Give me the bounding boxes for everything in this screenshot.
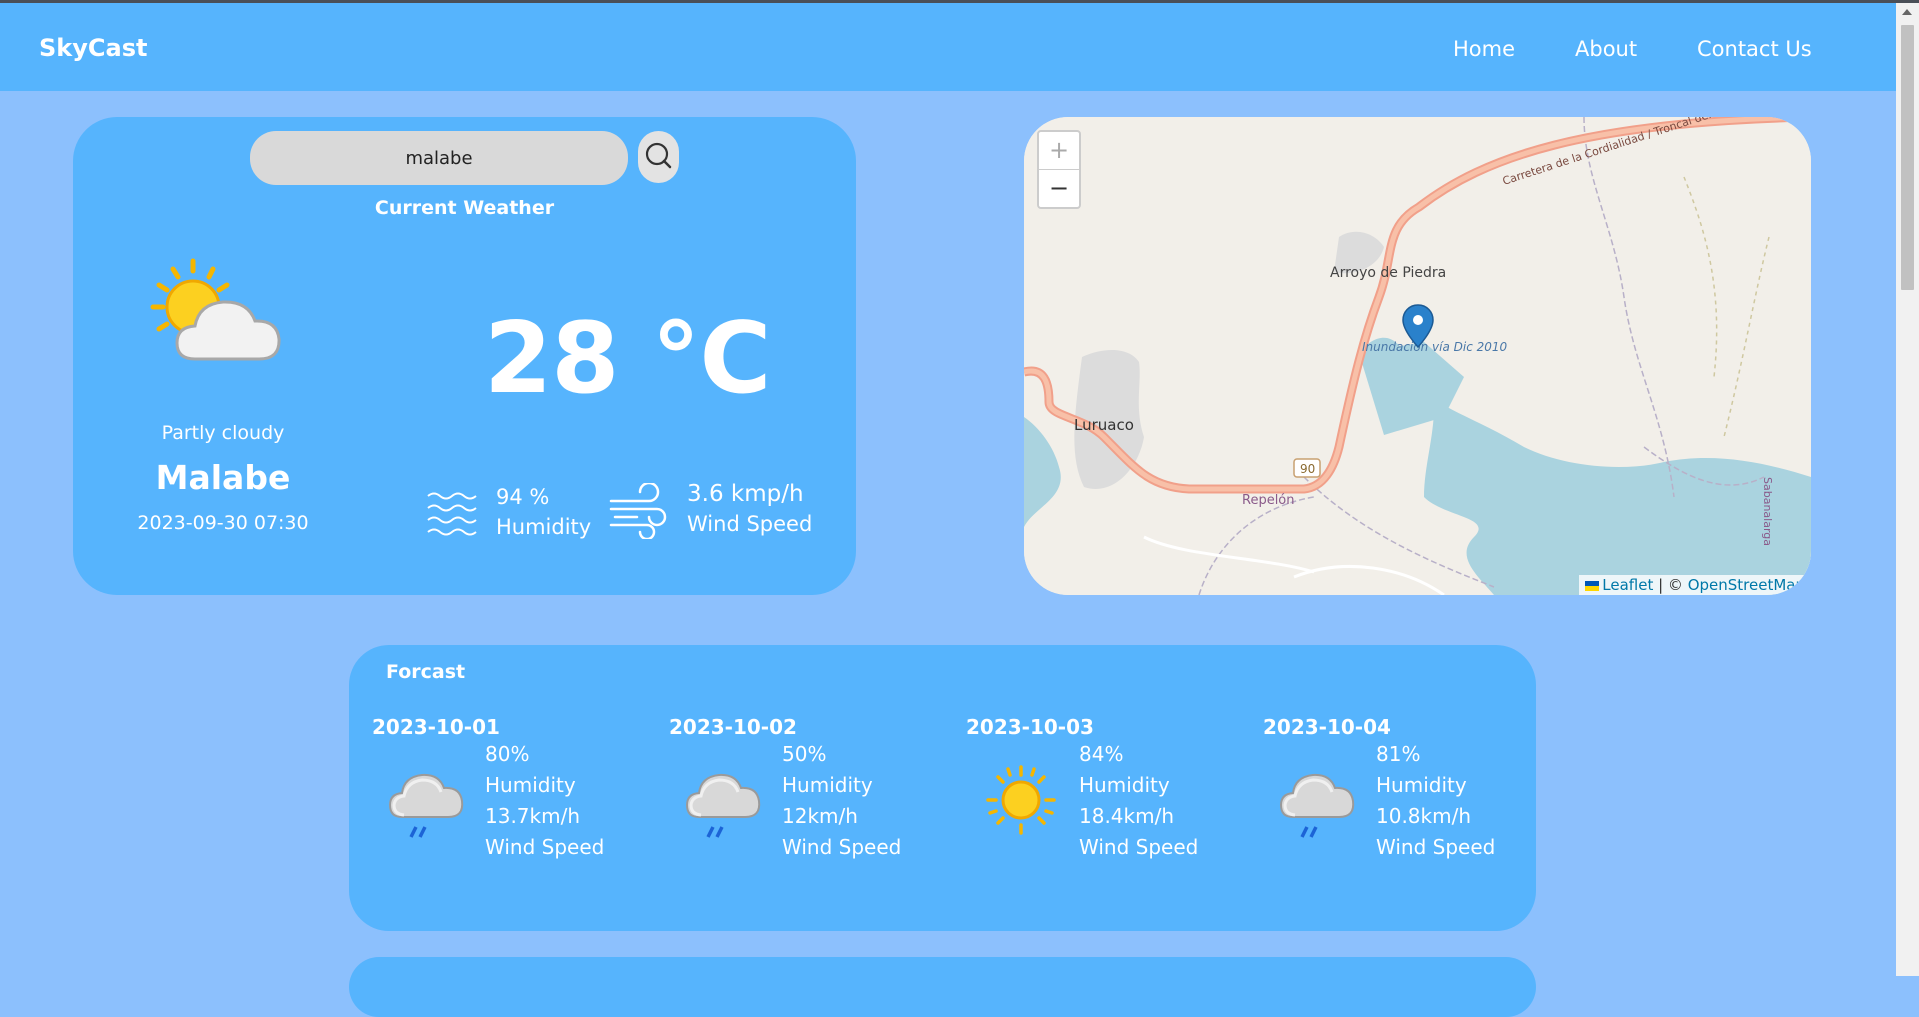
forecast-humidity-label: Humidity xyxy=(782,773,873,797)
forecast-day: 2023-10-01 80% Humidity 13.7km/h Wind Sp… xyxy=(372,715,652,875)
forecast-humidity: 50% xyxy=(782,742,827,766)
forecast-wind: 10.8km/h xyxy=(1376,804,1472,828)
wind-label: Wind Speed xyxy=(687,512,813,536)
forecast-day: 2023-10-03 84% Humidity 18.4km/h Wind Sp… xyxy=(966,715,1246,875)
attribution-separator: | © xyxy=(1653,576,1688,594)
map-label-flood: Inundación vía Dic 2010 xyxy=(1362,340,1508,354)
map-tiles[interactable]: Carretera de la Cordialidad / Troncal de… xyxy=(1024,117,1811,595)
navbar: SkyCast Home About Contact Us xyxy=(0,3,1896,91)
forecast-stats: 80% Humidity 13.7km/h Wind Speed xyxy=(485,739,604,863)
forecast-wind: 18.4km/h xyxy=(1079,804,1175,828)
weather-condition: Partly cloudy xyxy=(161,422,285,444)
openstreetmap-link[interactable]: OpenStreetMap xyxy=(1688,576,1805,594)
city-name: Malabe xyxy=(155,458,291,497)
forecast-humidity-label: Humidity xyxy=(485,773,576,797)
forecast-date: 2023-10-04 xyxy=(1263,715,1391,739)
forecast-wind: 13.7km/h xyxy=(485,804,581,828)
forecast-wind-label: Wind Speed xyxy=(782,835,902,859)
forecast-date: 2023-10-03 xyxy=(966,715,1094,739)
map-label-arroyo: Arroyo de Piedra xyxy=(1330,265,1446,281)
humidity-stat: 94 % Humidity xyxy=(496,482,591,542)
forecast-humidity: 84% xyxy=(1079,742,1124,766)
local-datetime: 2023-09-30 07:30 xyxy=(137,512,309,534)
wind-value: 3.6 kmp/h xyxy=(687,481,804,507)
map-label-route-90: 90 xyxy=(1300,462,1315,476)
rain-cloud-icon xyxy=(382,755,472,845)
forecast-stats: 50% Humidity 12km/h Wind Speed xyxy=(782,739,901,863)
forecast-stats: 84% Humidity 18.4km/h Wind Speed xyxy=(1079,739,1198,863)
nav-home-link[interactable]: Home xyxy=(1453,37,1515,61)
next-section-card xyxy=(349,957,1536,1017)
scroll-up-arrow-icon[interactable] xyxy=(1902,9,1912,15)
humidity-icon xyxy=(427,492,477,536)
current-temperature: 28 °C xyxy=(484,302,771,416)
map-attribution: Leaflet | © OpenStreetMap xyxy=(1579,575,1811,595)
humidity-label: Humidity xyxy=(496,515,592,539)
wind-icon xyxy=(609,483,667,539)
wind-stat: 3.6 kmp/h Wind Speed xyxy=(687,479,812,539)
brand-logo[interactable]: SkyCast xyxy=(39,34,147,62)
current-weather-title: Current Weather xyxy=(374,197,555,219)
forecast-title: Forcast xyxy=(386,661,466,683)
search-button[interactable] xyxy=(638,131,679,183)
forecast-date: 2023-10-02 xyxy=(669,715,797,739)
forecast-day: 2023-10-04 81% Humidity 10.8km/h Wind Sp… xyxy=(1263,715,1543,875)
partly-cloudy-icon xyxy=(150,258,281,361)
forecast-humidity: 81% xyxy=(1376,742,1421,766)
map-view[interactable]: Carretera de la Cordialidad / Troncal de… xyxy=(1024,117,1811,595)
leaflet-link[interactable]: Leaflet xyxy=(1602,576,1653,594)
forecast-stats: 81% Humidity 10.8km/h Wind Speed xyxy=(1376,739,1495,863)
sun-icon xyxy=(976,755,1066,845)
search-icon xyxy=(645,142,672,169)
forecast-wind: 12km/h xyxy=(782,804,858,828)
zoom-out-button[interactable]: − xyxy=(1039,170,1079,207)
forecast-date: 2023-10-01 xyxy=(372,715,500,739)
nav-about-link[interactable]: About xyxy=(1575,37,1637,61)
rain-cloud-icon xyxy=(679,755,769,845)
map-label-repelon: Repelón xyxy=(1242,493,1295,508)
rain-cloud-icon xyxy=(1273,755,1363,845)
current-weather-card: Current Weather Partly cloudy Malabe 202… xyxy=(73,117,856,595)
forecast-wind-label: Wind Speed xyxy=(1079,835,1199,859)
forecast-day: 2023-10-02 50% Humidity 12km/h Wind Spee… xyxy=(669,715,949,875)
map-label-sabanalarga: Sabanalarga xyxy=(1761,477,1774,546)
forecast-humidity-label: Humidity xyxy=(1376,773,1467,797)
forecast-wind-label: Wind Speed xyxy=(1376,835,1496,859)
forecast-humidity-label: Humidity xyxy=(1079,773,1170,797)
forecast-wind-label: Wind Speed xyxy=(485,835,605,859)
map-label-luruaco: Luruaco xyxy=(1074,416,1134,434)
nav-contact-link[interactable]: Contact Us xyxy=(1697,37,1812,61)
ukraine-flag-icon xyxy=(1585,580,1600,591)
scrollbar-thumb[interactable] xyxy=(1901,25,1914,290)
humidity-value: 94 % xyxy=(496,485,550,509)
search-input[interactable] xyxy=(250,131,628,185)
map-zoom-control: + − xyxy=(1037,130,1081,209)
zoom-in-button[interactable]: + xyxy=(1039,132,1079,170)
forecast-humidity: 80% xyxy=(485,742,530,766)
page-scrollbar[interactable] xyxy=(1896,3,1919,976)
forecast-card: Forcast 2023-10-01 80% Humidity 13.7km/h… xyxy=(349,645,1536,931)
